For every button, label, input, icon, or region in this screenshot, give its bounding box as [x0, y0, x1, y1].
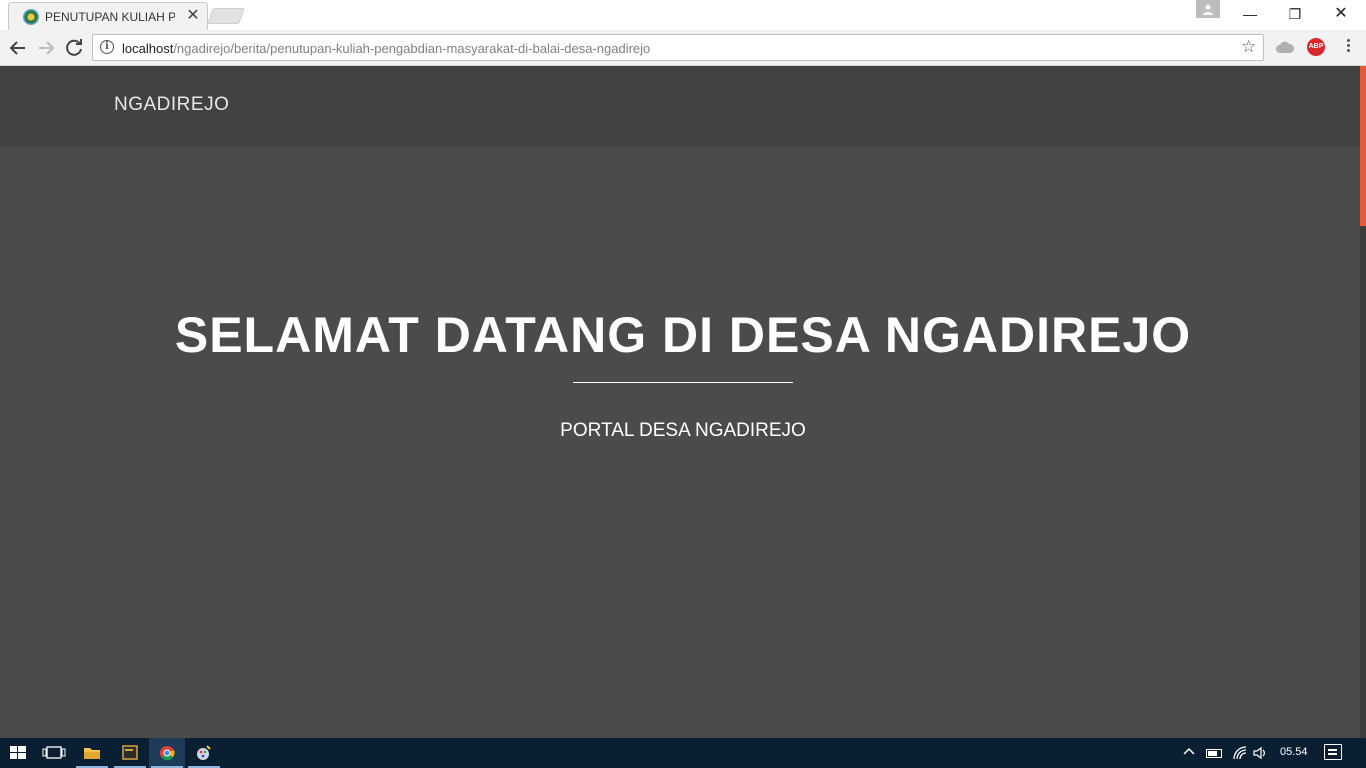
- extension-cloud-icon[interactable]: [1276, 40, 1294, 54]
- info-icon[interactable]: i: [100, 40, 114, 54]
- person-icon: [1203, 4, 1213, 15]
- minimize-button[interactable]: —: [1227, 0, 1273, 28]
- back-arrow-icon[interactable]: [6, 36, 30, 60]
- site-brand[interactable]: NGADIREJO: [114, 94, 229, 116]
- close-window-button[interactable]: ✕: [1318, 0, 1364, 28]
- site-navbar: NGADIREJO: [0, 66, 1360, 146]
- reload-icon[interactable]: [62, 36, 86, 60]
- page-scrollbar[interactable]: [1360, 66, 1366, 738]
- windows-taskbar: 05.54: [0, 738, 1366, 768]
- hero-subtitle: PORTAL DESA NGADIREJO: [560, 420, 806, 441]
- chrome-icon[interactable]: [149, 738, 185, 768]
- restore-button[interactable]: ❐: [1272, 0, 1318, 28]
- url-text[interactable]: localhost/ngadirejo/berita/penutupan-kul…: [122, 41, 650, 56]
- browser-menu-icon[interactable]: [1340, 37, 1356, 57]
- profile-button[interactable]: [1196, 0, 1220, 18]
- tray-chevron-up-icon[interactable]: [1182, 744, 1196, 761]
- hero-section: SELAMAT DATANG DI DESA NGADIREJO PORTAL …: [0, 146, 1360, 738]
- system-clock[interactable]: 05.54: [1280, 746, 1308, 758]
- terminal-icon[interactable]: [112, 738, 148, 768]
- bookmark-star-icon[interactable]: ☆: [1241, 37, 1256, 57]
- hero-divider: [573, 382, 793, 383]
- adblock-plus-icon[interactable]: ABP: [1307, 38, 1325, 56]
- new-tab-button[interactable]: [207, 8, 245, 24]
- browser-titlebar: PENUTUPAN KULIAH PEN ✕ — ❐ ✕: [0, 0, 1366, 30]
- tab-title: PENUTUPAN KULIAH PEN: [45, 10, 175, 24]
- scrollbar-thumb[interactable]: [1360, 66, 1366, 226]
- hero-title: SELAMAT DATANG DI DESA NGADIREJO: [174, 307, 1192, 363]
- address-bar[interactable]: i localhost/ngadirejo/berita/penutupan-k…: [92, 34, 1264, 61]
- battery-icon[interactable]: [1206, 749, 1222, 758]
- site-favicon-icon: [23, 9, 39, 25]
- windows-start-icon[interactable]: [0, 738, 36, 768]
- url-host: localhost: [122, 41, 174, 56]
- paint-app-icon[interactable]: [186, 738, 222, 768]
- browser-toolbar: i localhost/ngadirejo/berita/penutupan-k…: [0, 30, 1366, 66]
- volume-icon[interactable]: [1252, 745, 1268, 761]
- file-explorer-icon[interactable]: [74, 738, 110, 768]
- forward-arrow-icon[interactable]: [34, 36, 58, 60]
- wifi-icon[interactable]: [1232, 745, 1248, 761]
- action-center-icon[interactable]: [1324, 744, 1342, 760]
- task-view-icon[interactable]: [36, 738, 72, 768]
- browser-tab[interactable]: PENUTUPAN KULIAH PEN ✕: [8, 2, 208, 30]
- close-tab-icon[interactable]: ✕: [185, 7, 201, 25]
- url-path: /ngadirejo/berita/penutupan-kuliah-penga…: [173, 41, 651, 56]
